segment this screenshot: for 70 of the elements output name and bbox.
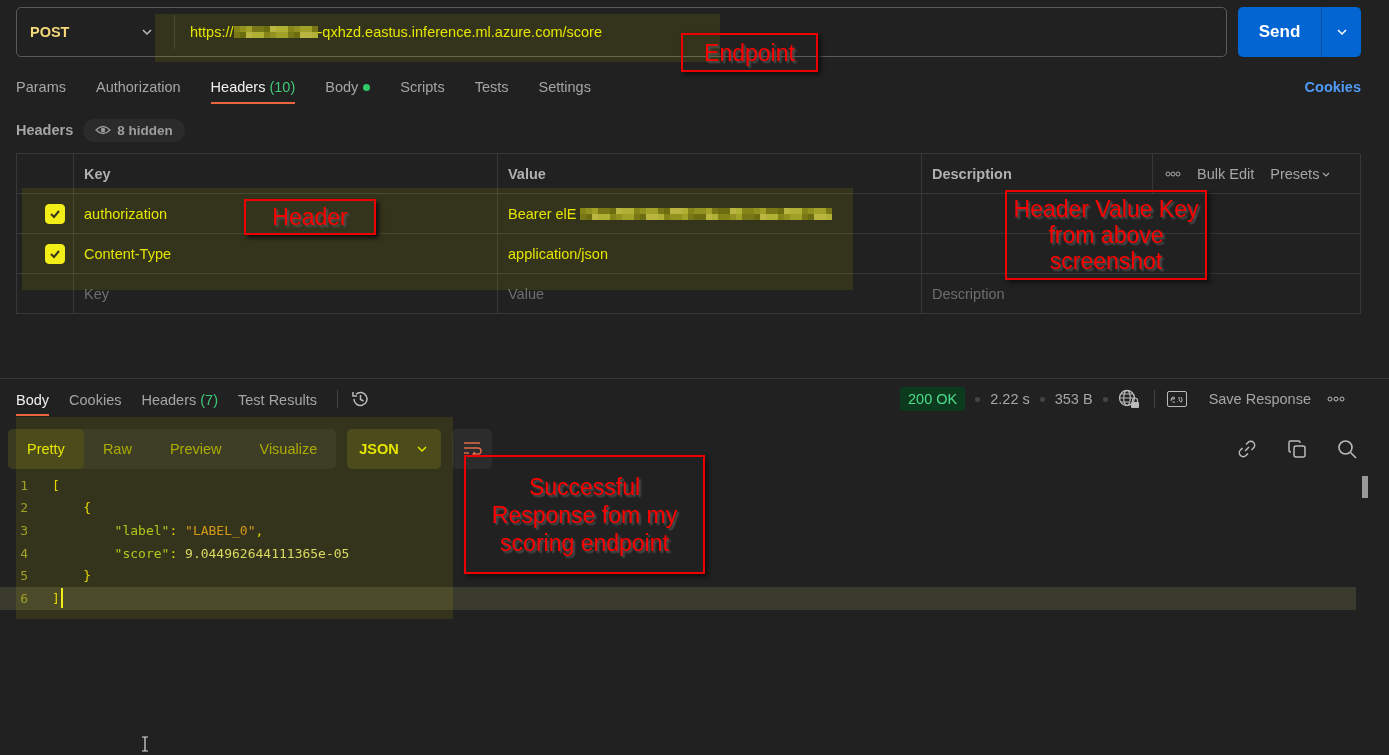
line-number: 3: [19, 523, 29, 538]
view-mode-tab[interactable]: Raw: [83, 429, 151, 469]
scrollbar-thumb[interactable]: [1362, 476, 1368, 498]
annotation-callout: Header: [244, 199, 376, 235]
line-number: 5: [19, 568, 29, 584]
presets-dropdown[interactable]: Presets: [1270, 165, 1332, 182]
request-tab[interactable]: Params: [16, 79, 66, 104]
search-icon: [1337, 439, 1357, 459]
value-input-field[interactable]: Value: [508, 285, 708, 302]
request-tab[interactable]: Body: [325, 79, 371, 104]
code-line: {: [82, 500, 92, 516]
annotation-callout: Successful Response fom my scoring endpoint: [464, 455, 705, 574]
code-line: ]: [52, 590, 60, 606]
request-tab[interactable]: Scripts: [400, 79, 445, 104]
code-line: [: [52, 477, 60, 493]
view-mode-tab[interactable]: Visualize: [240, 429, 337, 469]
history-icon: [350, 389, 370, 409]
more-icon: [1327, 396, 1345, 402]
request-tab[interactable]: Headers (10): [210, 79, 296, 104]
description-input-field[interactable]: Description: [932, 285, 1132, 302]
header-key[interactable]: Content-Type: [84, 245, 172, 262]
url-text: https://: [190, 24, 234, 40]
wrap-icon: [461, 440, 482, 458]
line-number: 2: [19, 500, 29, 516]
column-header: Key: [84, 165, 111, 182]
code-line: "label": "LABEL_0",: [113, 523, 264, 538]
url-text: -qxhzd.eastus.inference.ml.azure.com/score: [317, 24, 603, 40]
eye-icon: [95, 124, 112, 136]
key-input-field[interactable]: Key: [84, 285, 284, 302]
header-value[interactable]: Bearer elE: [508, 205, 577, 222]
annotation-callout: Endpoint: [681, 33, 818, 72]
line-number: 4: [19, 545, 29, 561]
status-badge: 200 OK: [900, 387, 966, 411]
format-dropdown[interactable]: JSON: [347, 429, 441, 469]
code-line: }: [82, 568, 92, 584]
link-icon: [1237, 439, 1257, 459]
text-caret: [60, 588, 63, 609]
method-dropdown[interactable]: POST: [17, 15, 175, 49]
cookies-link[interactable]: Cookies: [1304, 79, 1361, 95]
wrap-lines-button[interactable]: [451, 429, 492, 469]
more-icon: [1165, 170, 1181, 177]
example-icon: [1166, 391, 1187, 407]
header-key[interactable]: authorization: [84, 205, 168, 222]
request-tab[interactable]: Tests: [474, 79, 509, 104]
copy-icon: [1287, 439, 1307, 459]
section-title: Headers: [16, 122, 74, 138]
hidden-headers-toggle[interactable]: 8 hidden: [83, 118, 185, 142]
request-tab[interactable]: Settings: [538, 79, 591, 104]
save-response-button[interactable]: Save Response: [1166, 391, 1311, 407]
line-number: 1: [19, 477, 29, 493]
bulk-edit-link[interactable]: Bulk Edit: [1197, 165, 1255, 182]
response-tab[interactable]: Cookies: [69, 382, 122, 416]
response-tab[interactable]: Body: [16, 382, 50, 416]
column-header: Value: [508, 165, 546, 182]
text-cursor-icon: [141, 736, 149, 752]
checkbox[interactable]: [45, 243, 65, 264]
response-tab[interactable]: Headers (7): [141, 382, 218, 416]
code-line: "score": 9.044962644111365e-05: [113, 545, 350, 561]
response-size: 353 B: [1054, 391, 1093, 407]
globe-lock-icon: [1117, 389, 1140, 409]
response-time: 2.22 s: [990, 391, 1030, 407]
response-tab[interactable]: Test Results: [238, 382, 317, 416]
view-mode-tab[interactable]: Preview: [150, 429, 241, 469]
column-header: Description: [932, 165, 1012, 182]
annotation-callout: Header Value Key from above screenshot: [1005, 190, 1207, 280]
header-value[interactable]: application/json: [508, 245, 608, 262]
line-number: 6: [19, 590, 29, 606]
checkbox[interactable]: [45, 203, 65, 224]
request-tab[interactable]: Authorization: [95, 79, 181, 104]
view-mode-tab[interactable]: Pretty: [8, 429, 84, 469]
